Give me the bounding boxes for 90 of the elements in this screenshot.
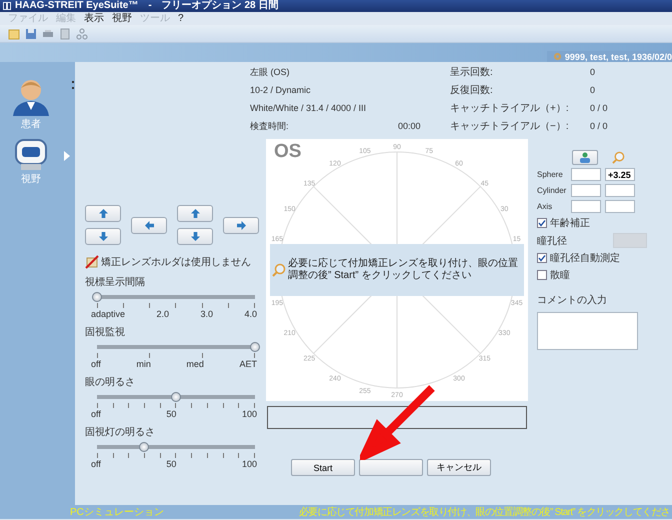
input-field[interactable]: +3.25 — [605, 168, 635, 181]
network-icon — [76, 28, 88, 40]
refraction-label: Axis — [537, 202, 554, 211]
input-field[interactable] — [571, 184, 601, 197]
tick-label: off — [91, 459, 101, 469]
tick-label: min — [136, 359, 151, 369]
open-icon — [8, 28, 20, 40]
slider-label: 固視監視 — [85, 326, 126, 339]
checkbox[interactable] — [537, 253, 547, 263]
action-button[interactable]: キャンセル — [427, 459, 491, 476]
mode-label: PCシミュレーション — [70, 506, 164, 519]
arrow-right-icon — [236, 220, 246, 230]
slider-thumb[interactable] — [250, 342, 260, 352]
tick-label: 4.0 — [244, 309, 257, 319]
refraction-label: Sphere — [537, 170, 564, 179]
tick-label: 100 — [242, 459, 257, 469]
info-label: 左眼 (OS) — [250, 66, 290, 79]
arrow-up-icon — [98, 209, 108, 218]
tick-label: off — [91, 409, 101, 419]
menu-item[interactable]: ? — [178, 12, 184, 25]
expand-arrow-icon — [64, 151, 70, 161]
instruction-text: 必要に応じて付加矯正レンズを取り付け、眼の位置調整の後” Start” をクリックしてください — [288, 258, 519, 282]
slider-thumb[interactable] — [139, 442, 150, 452]
info-label: 呈示回数: — [450, 66, 494, 79]
tick-label: 2.0 — [156, 309, 170, 319]
down-button[interactable] — [85, 228, 121, 245]
info-label: White/White / 31.4 / 4000 / III — [250, 102, 368, 115]
field-label: 瞳孔径 — [537, 234, 567, 248]
lens-holder-label: 矯正レンズホルダは使用しません — [101, 256, 251, 269]
checkbox[interactable] — [537, 218, 547, 228]
info-label: キャッチトライアル（+）: — [450, 102, 570, 115]
up-button[interactable] — [177, 205, 213, 222]
left-button[interactable] — [131, 216, 167, 234]
tick-label: adaptive — [91, 309, 126, 319]
lens-holder-off-icon — [85, 255, 99, 269]
tick-label: AET — [239, 359, 257, 369]
slider-label: 固視灯の明るさ — [85, 426, 156, 439]
menu-item[interactable]: 視野 — [112, 12, 132, 25]
down-button[interactable] — [177, 228, 213, 245]
info-value: 00:00 — [398, 120, 422, 133]
info-label: 10-2 / Dynamic — [250, 84, 312, 97]
tick-label: 50 — [166, 409, 176, 419]
eye-label: OS — [274, 141, 302, 163]
info-label: 検査時間: — [250, 120, 290, 133]
comment-label: コメントの入力 — [537, 294, 608, 307]
tick-label: off — [91, 359, 101, 369]
tick-label: 3.0 — [200, 309, 213, 319]
magnifier-icon — [272, 263, 286, 277]
add-lens-button[interactable] — [572, 150, 598, 165]
arrow-down-icon — [190, 232, 200, 241]
print-icon — [42, 28, 54, 40]
patient-info: 9999, test, test, 1936/02/0 — [564, 52, 672, 62]
arrow-up-icon — [190, 209, 200, 218]
input-field[interactable] — [605, 184, 635, 197]
blank-button[interactable] — [359, 459, 423, 476]
tick-label: med — [186, 359, 204, 369]
info-value: 0 — [590, 84, 596, 97]
info-label: キャッチトライアル（−）: — [450, 120, 570, 133]
status-message: 必要に応じて付加矯正レンズを取り付け、眼の位置調整の後” Start” をクリックしてくださ — [298, 506, 670, 519]
info-value: 0 — [590, 66, 596, 79]
search-icon[interactable] — [612, 151, 625, 164]
save-icon — [25, 28, 37, 40]
refraction-label: Cylinder — [537, 186, 567, 195]
arrow-left-icon — [144, 220, 154, 230]
tick-label: 50 — [166, 459, 176, 469]
slider-label: 視標呈示間隔 — [85, 276, 146, 289]
person-icon — [579, 152, 591, 163]
checkbox-label: 散瞳 — [550, 268, 570, 282]
info-label: 反復回数: — [450, 84, 494, 97]
info-value: 0 / 0 — [590, 102, 609, 115]
right-button[interactable] — [223, 216, 259, 234]
checkbox-label: 瞳孔径自動測定 — [550, 252, 620, 265]
comment-field[interactable] — [537, 312, 638, 350]
action-button[interactable]: Start — [291, 459, 355, 476]
app-icon — [3, 2, 11, 10]
slider-thumb[interactable] — [92, 292, 102, 302]
info-value: 0 / 0 — [590, 120, 609, 133]
up-button[interactable] — [85, 205, 121, 222]
checkbox[interactable] — [537, 270, 547, 280]
arrow-down-icon — [98, 232, 108, 241]
tick-label: 100 — [242, 409, 257, 419]
input-field[interactable] — [571, 168, 601, 181]
document-icon — [59, 28, 71, 40]
perimeter-device-icon — [13, 137, 49, 171]
slider-label: 眼の明るさ — [85, 376, 136, 389]
slider-thumb[interactable] — [171, 392, 181, 402]
input-field[interactable] — [571, 200, 601, 213]
menu-item[interactable]: 表示 — [84, 12, 104, 25]
input-field[interactable] — [605, 200, 635, 213]
checkbox-label: 年齢補正 — [550, 216, 590, 230]
